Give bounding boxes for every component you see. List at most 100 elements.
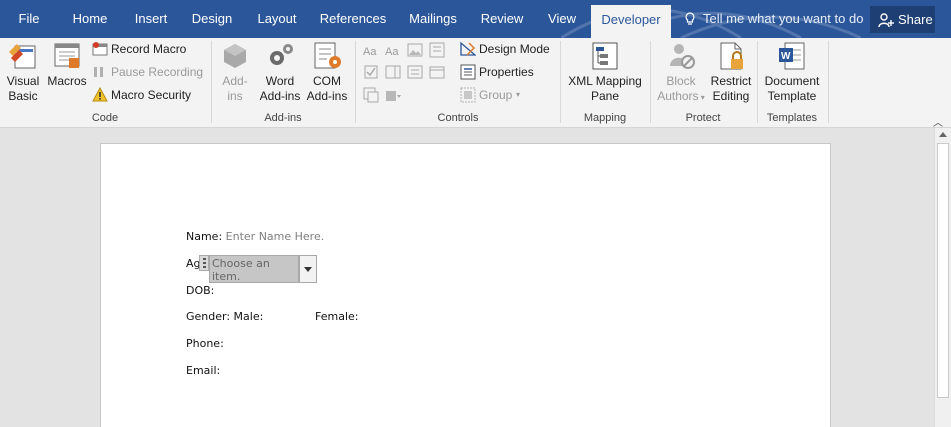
age-dropdown-control[interactable]: Choose an item. xyxy=(199,255,319,283)
addins-button[interactable]: Add- ins xyxy=(218,40,252,104)
warning-icon xyxy=(92,87,108,102)
word-document-icon: W xyxy=(779,42,805,70)
scroll-up-icon[interactable] xyxy=(939,132,947,137)
tell-me-search[interactable]: Tell me what you want to do xyxy=(684,0,863,38)
combo-box-control-icon[interactable] xyxy=(385,64,401,80)
ribbon-tab-bar: File Home Insert Design Layout Reference… xyxy=(0,0,951,38)
rich-text-control-icon[interactable]: Aa xyxy=(363,42,379,58)
restrict-editing-lock-icon xyxy=(720,42,743,70)
controls-group-label: Controls xyxy=(437,112,479,124)
group-divider xyxy=(757,41,758,123)
design-mode-label: Design Mode xyxy=(479,42,550,56)
com-addins-icon xyxy=(314,42,341,69)
name-label: Name: xyxy=(186,230,223,243)
xml-mapping-pane-button[interactable]: XML Mapping Pane xyxy=(563,40,647,104)
macros-icon xyxy=(54,43,80,68)
dob-label: DOB: xyxy=(186,284,215,297)
ribbon-developer: Visual Basic Macros Record Macro Pause R… xyxy=(0,38,951,129)
design-mode-icon xyxy=(460,41,476,56)
svg-text:Aa: Aa xyxy=(385,46,399,58)
macros-label: Macros xyxy=(47,74,87,88)
group-divider xyxy=(560,41,561,123)
xml-mapping-icon xyxy=(592,42,618,70)
checkbox-control-icon[interactable] xyxy=(363,64,379,80)
macro-security-label: Macro Security xyxy=(111,88,192,102)
xml-mapping-label-2: Pane xyxy=(590,89,620,103)
restrict-editing-label-1: Restrict xyxy=(710,74,752,88)
tab-design[interactable]: Design xyxy=(185,0,239,38)
tab-view[interactable]: View xyxy=(540,0,584,38)
svg-text:W: W xyxy=(781,51,791,62)
addins-label-1: Add- xyxy=(222,74,248,88)
date-picker-control-icon[interactable] xyxy=(429,64,445,80)
collapse-ribbon-icon[interactable]: ︿ xyxy=(933,114,943,129)
visual-basic-button[interactable]: Visual Basic xyxy=(4,40,42,104)
visual-basic-label-1: Visual xyxy=(6,74,40,88)
group-divider xyxy=(828,41,829,123)
block-authors-icon xyxy=(670,44,695,69)
gears-icon xyxy=(270,44,293,65)
female-label: Female: xyxy=(315,310,359,323)
person-add-icon xyxy=(878,13,894,28)
document-area: Name: Enter Name Here. Ag Choose an item… xyxy=(0,128,934,427)
legacy-tools-icon[interactable] xyxy=(385,87,401,103)
scrollbar-thumb[interactable] xyxy=(937,143,949,398)
pause-recording-label: Pause Recording xyxy=(111,65,204,79)
chevron-down-icon[interactable] xyxy=(299,255,317,283)
tab-layout[interactable]: Layout xyxy=(248,0,306,38)
group-icon xyxy=(460,87,476,103)
phone-label: Phone: xyxy=(186,337,224,350)
addins-group-label: Add-ins xyxy=(264,112,302,124)
picture-control-icon[interactable] xyxy=(407,42,423,58)
plain-text-control-icon[interactable]: Aa xyxy=(385,42,401,58)
com-addins-label-1: COM xyxy=(313,74,341,88)
tab-file[interactable]: File xyxy=(8,0,50,38)
tab-mailings[interactable]: Mailings xyxy=(401,0,465,38)
gender-male-label: Gender: Male: xyxy=(186,310,264,323)
tell-me-text: Tell me what you want to do xyxy=(703,11,864,26)
lightbulb-icon xyxy=(685,12,695,25)
com-addins-button[interactable]: COM Add-ins xyxy=(305,40,349,104)
building-block-control-icon[interactable] xyxy=(429,42,445,58)
word-addins-button[interactable]: Word Add-ins xyxy=(256,40,304,104)
properties-label: Properties xyxy=(479,65,534,79)
document-template-label-1: Document xyxy=(764,74,820,88)
protect-group-label: Protect xyxy=(685,112,721,124)
tab-references[interactable]: References xyxy=(316,0,390,38)
macros-button[interactable]: Macros xyxy=(46,40,88,89)
pause-icon xyxy=(94,67,103,77)
name-line: Name: Enter Name Here. xyxy=(186,230,324,243)
group-divider xyxy=(355,41,356,123)
group-divider xyxy=(650,41,651,123)
tab-developer[interactable]: Developer xyxy=(591,5,671,38)
group-divider xyxy=(211,41,212,123)
addins-cube-icon xyxy=(224,44,246,68)
share-label: Share xyxy=(898,12,933,27)
age-dropdown-value[interactable]: Choose an item. xyxy=(209,255,299,283)
dropdown-list-control-icon[interactable] xyxy=(407,64,423,80)
properties-icon xyxy=(460,64,476,80)
templates-group-label: Templates xyxy=(766,112,818,124)
block-authors-label-2: Authors ▾ xyxy=(657,89,705,103)
code-group-label: Code xyxy=(91,112,119,124)
addins-label-2: ins xyxy=(227,89,243,103)
content-control-handle[interactable] xyxy=(199,255,209,271)
group-label: Group xyxy=(479,88,513,102)
mapping-group-label: Mapping xyxy=(583,112,627,124)
restrict-editing-button[interactable]: Restrict Editing xyxy=(708,40,754,104)
name-content-control[interactable]: Enter Name Here. xyxy=(226,230,325,243)
vertical-scrollbar[interactable] xyxy=(934,128,951,427)
block-authors-button[interactable]: Block Authors ▾ xyxy=(654,40,708,105)
document-page[interactable]: Name: Enter Name Here. Ag Choose an item… xyxy=(100,143,831,427)
repeating-section-control-icon[interactable] xyxy=(363,87,379,103)
visual-basic-label-2: Basic xyxy=(8,89,38,103)
tab-home[interactable]: Home xyxy=(64,0,116,38)
tab-review[interactable]: Review xyxy=(474,0,530,38)
word-addins-label-1: Word xyxy=(265,74,295,88)
share-button[interactable]: Share xyxy=(870,6,935,33)
tab-insert[interactable]: Insert xyxy=(126,0,176,38)
visual-basic-icon xyxy=(9,44,36,69)
xml-mapping-label-1: XML Mapping xyxy=(568,74,642,88)
document-template-button[interactable]: W Document Template xyxy=(760,40,824,104)
chevron-down-icon: ▾ xyxy=(516,90,521,99)
